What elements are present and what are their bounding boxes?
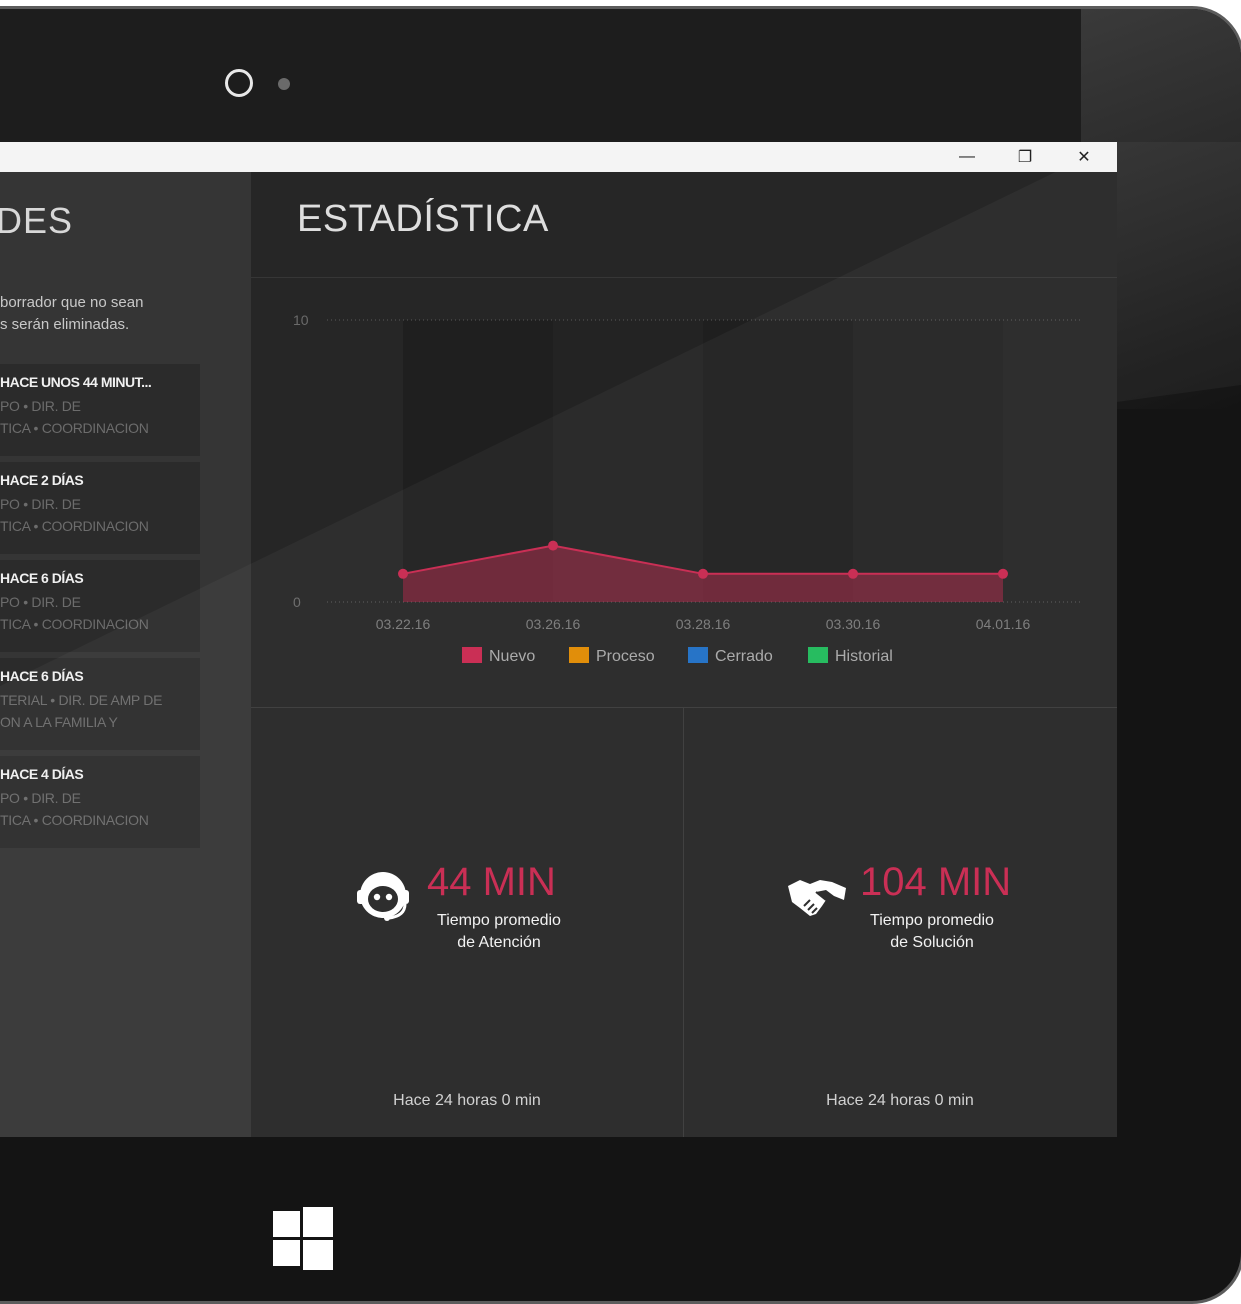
- legend-label: Cerrado: [715, 648, 773, 665]
- card-line2: TICA • COORDINACION: [0, 616, 149, 632]
- card-line1: PO • DIR. DE: [0, 594, 81, 610]
- solution-metric: 104 MIN Tiempo promedio de Solución: [684, 860, 1116, 972]
- request-card[interactable]: HACE 4 DÍAS PO • DIR. DE TICA • COORDINA…: [0, 756, 200, 848]
- request-card[interactable]: HACE 2 DÍAS PO • DIR. DE TICA • COORDINA…: [0, 462, 200, 554]
- request-card[interactable]: HACE UNOS 44 MINUT... PO • DIR. DE TICA …: [0, 364, 200, 456]
- statistics-panel: ESTADÍSTICA 10 0 03.22.16 03.26.16 03.28.16 0…: [251, 172, 1117, 1137]
- attention-footnote: Hace 24 horas 0 min: [393, 1092, 541, 1109]
- chart-band: [853, 320, 1003, 602]
- attention-label-line1: Tiempo promedio: [437, 912, 561, 929]
- data-point: [848, 568, 858, 579]
- card-time: HACE UNOS 44 MINUT...: [0, 374, 152, 390]
- requests-panel: DES borrador que no sean s serán elimina…: [0, 172, 251, 1137]
- card-time: HACE 2 DÍAS: [0, 472, 84, 488]
- card-line1: PO • DIR. DE: [0, 496, 81, 512]
- attention-metric: 44 MIN Tiempo promedio de Atención: [251, 860, 683, 972]
- windows-logo-icon[interactable]: [273, 1205, 333, 1270]
- light-sensor-icon: [278, 78, 290, 90]
- card-line1: PO • DIR. DE: [0, 398, 81, 414]
- x-tick-label: 03.28.16: [676, 616, 731, 632]
- close-button[interactable]: ✕: [1055, 142, 1113, 172]
- chart-band: [703, 320, 853, 602]
- header-divider: [251, 277, 1117, 278]
- solution-label-line2: de Solución: [890, 934, 974, 951]
- restore-button[interactable]: ❐: [996, 142, 1054, 172]
- app-window: — ❐ ✕ DES borrador que no sean s serán e…: [0, 142, 1117, 1137]
- card-time: HACE 6 DÍAS: [0, 668, 84, 684]
- solution-label-line1: Tiempo promedio: [870, 912, 994, 929]
- handshake-icon: [788, 880, 846, 916]
- camera-icon: [225, 69, 253, 97]
- card-line2: TICA • COORDINACION: [0, 518, 149, 534]
- x-tick-label: 04.01.16: [976, 616, 1031, 632]
- statistics-title: ESTADÍSTICA: [297, 198, 549, 240]
- legend-label: Proceso: [596, 648, 655, 665]
- legend-swatch: [688, 647, 708, 663]
- data-point: [998, 568, 1008, 579]
- card-time: HACE 4 DÍAS: [0, 766, 84, 782]
- legend-label: Historial: [835, 648, 893, 665]
- card-line1: TERIAL • DIR. DE AMP DE: [0, 692, 163, 708]
- data-point: [398, 568, 408, 579]
- legend-swatch: [569, 647, 589, 663]
- card-time: HACE 6 DÍAS: [0, 570, 84, 586]
- data-point: [548, 540, 558, 551]
- request-card[interactable]: HACE 6 DÍAS TERIAL • DIR. DE AMP DE ON A…: [0, 658, 200, 750]
- card-line2: TICA • COORDINACION: [0, 420, 149, 436]
- card-line2: ON A LA FAMILIA Y: [0, 714, 118, 730]
- draft-notice-line1: borrador que no sean: [0, 294, 144, 311]
- minimize-button[interactable]: —: [938, 142, 996, 172]
- x-tick-label: 03.26.16: [526, 616, 581, 632]
- attention-value: 44 MIN: [427, 860, 556, 904]
- panel-title: DES: [0, 200, 74, 241]
- device-top-bezel: [0, 9, 1241, 145]
- statistics-chart: 10 0 03.22.16 03.26.16 03.28.16 03.30.16 04.01…: [293, 312, 1081, 665]
- request-card[interactable]: HACE 6 DÍAS PO • DIR. DE TICA • COORDINA…: [0, 560, 200, 652]
- minimize-icon: —: [959, 148, 975, 165]
- x-tick-label: 03.30.16: [826, 616, 881, 632]
- title-bar: — ❐ ✕: [0, 142, 1117, 172]
- solution-footnote: Hace 24 horas 0 min: [826, 1092, 974, 1109]
- draft-notice: borrador que no sean s serán eliminadas.: [0, 292, 240, 336]
- y-tick-label: 10: [293, 312, 309, 328]
- legend-swatch: [462, 647, 482, 663]
- solution-label: Tiempo promedio de Solución: [852, 910, 1012, 954]
- data-point: [698, 568, 708, 579]
- card-line1: PO • DIR. DE: [0, 790, 81, 806]
- restore-icon: ❐: [1017, 149, 1033, 166]
- x-tick-label: 03.22.16: [376, 616, 431, 632]
- attention-label-line2: de Atención: [457, 934, 541, 951]
- legend-label: Nuevo: [489, 648, 535, 665]
- headset-support-icon: [357, 872, 409, 921]
- card-line2: TICA • COORDINACION: [0, 812, 149, 828]
- metrics-divider: [251, 707, 1117, 708]
- solution-value: 104 MIN: [860, 860, 1012, 904]
- y-tick-label: 0: [293, 594, 301, 610]
- close-icon: ✕: [1077, 149, 1091, 166]
- draft-notice-line2: s serán eliminadas.: [0, 316, 130, 333]
- attention-label: Tiempo promedio de Atención: [419, 910, 579, 954]
- legend-swatch: [808, 647, 828, 663]
